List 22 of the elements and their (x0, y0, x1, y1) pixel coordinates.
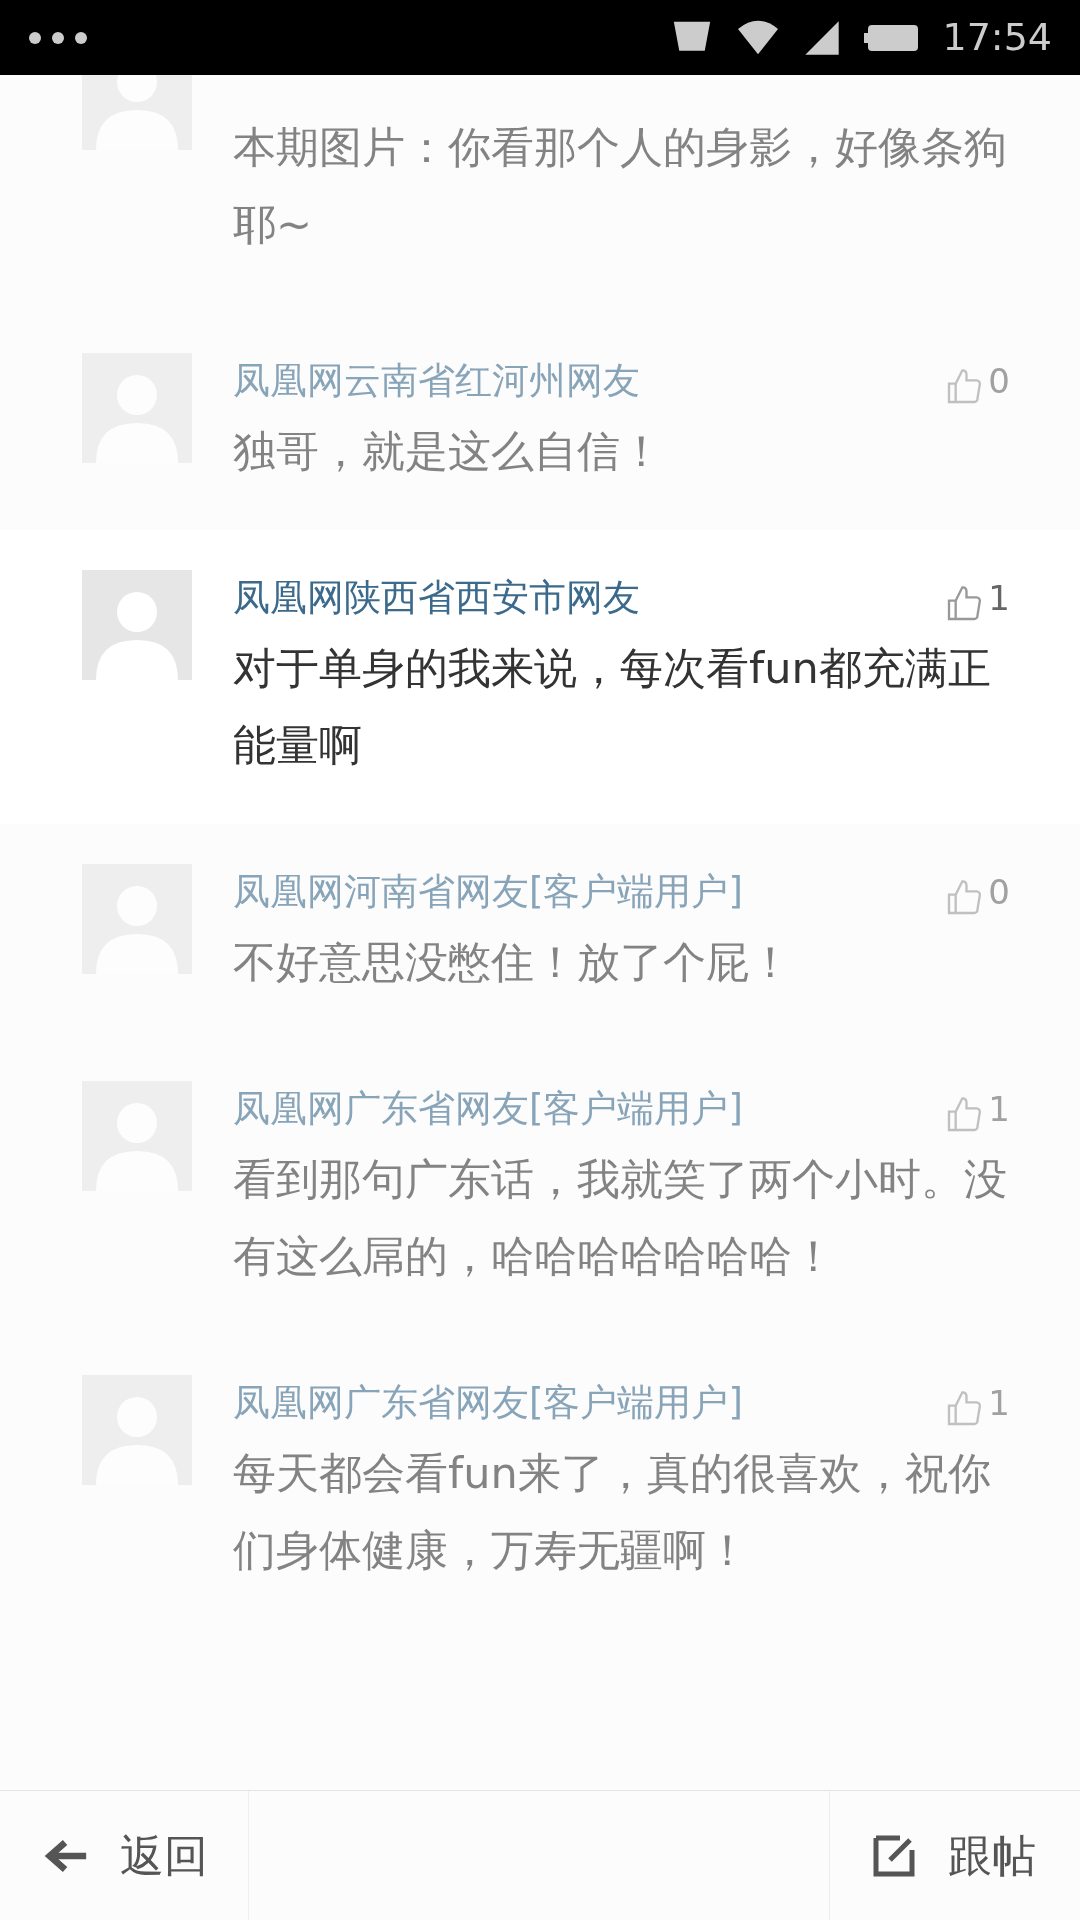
like-button[interactable]: 1 (944, 572, 1010, 624)
comment-text: 独哥，就是这么自信！ (233, 425, 664, 478)
reply-button[interactable]: 跟帖 (829, 1791, 1080, 1920)
commenter-name[interactable]: 凤凰网河南省网友[客户端用户] (233, 864, 743, 920)
status-time: 17:54 (942, 14, 1052, 61)
comment-text: 不好意思没憋住！放了个屁！ (233, 936, 793, 989)
like-button[interactable]: 0 (944, 866, 1010, 918)
avatar-icon (82, 570, 192, 680)
comment-text: 看到那句广东话，我就笑了两个小时。没有这么屌的，哈哈哈哈哈哈哈！ (233, 1153, 1008, 1283)
notification-dots-icon (28, 30, 88, 45)
back-button[interactable]: 返回 (0, 1791, 249, 1920)
comment-text: 本期图片：你看那个人的身影，好像条狗耶~ (233, 121, 1008, 251)
like-button[interactable]: 0 (944, 355, 1010, 407)
commenter-name[interactable]: 凤凰网陕西省西安市网友 (233, 570, 640, 626)
battery-icon (864, 22, 921, 53)
like-button[interactable]: 1 (944, 1083, 1010, 1135)
comment-text: 每天都会看fun来了，真的很喜欢，祝你们身体健康，万寿无疆啊！ (233, 1447, 992, 1577)
commenter-name[interactable]: 凤凰网云南省红河州网友 (233, 353, 640, 409)
commenter-name[interactable]: 凤凰网广东省网友[客户端用户] (233, 1081, 743, 1137)
comment-text: 对于单身的我来说，每次看fun都充满正能量啊 (233, 642, 992, 772)
like-button[interactable]: 1 (944, 1377, 1010, 1429)
commenter-name[interactable]: 凤凰网广东省网友[客户端用户] (233, 1375, 743, 1431)
